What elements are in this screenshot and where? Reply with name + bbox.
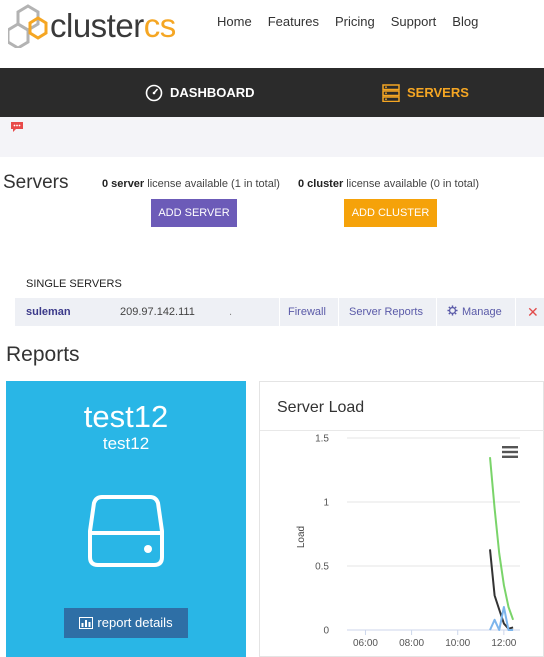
hexagon-logo-icon: [8, 4, 48, 48]
gear-icon: [447, 305, 458, 316]
chart-menu-icon[interactable]: [502, 446, 518, 458]
server-load-title: Server Load: [277, 399, 365, 416]
nav-support-link[interactable]: Support: [391, 14, 437, 30]
nav-blog-link[interactable]: Blog: [452, 14, 478, 30]
tab-servers-label: SERVERS: [407, 85, 469, 100]
server-license-text: license available (1 in total): [144, 178, 280, 190]
x-tick-label: 08:00: [399, 638, 424, 649]
single-servers-heading: SINGLE SERVERS: [26, 278, 122, 290]
row-divider: [279, 298, 280, 326]
x-tick-label: 06:00: [353, 638, 378, 649]
report-details-button[interactable]: report details: [64, 608, 188, 638]
manage-link[interactable]: Manage: [447, 298, 502, 326]
server-license-info: 0 server license available (1 in total): [102, 178, 280, 190]
cluster-license-info: 0 cluster license available (0 in total): [298, 178, 479, 190]
chat-bubble-icon[interactable]: [10, 121, 24, 133]
notification-strip: [0, 117, 544, 157]
servers-heading: Servers: [3, 172, 69, 193]
brand-logo[interactable]: clustercs: [8, 4, 208, 48]
server-row: suleman 209.97.142.111 . Firewall Server…: [15, 298, 544, 326]
top-header: clustercs Home Features Pricing Support …: [0, 0, 544, 68]
server-name-link[interactable]: suleman: [26, 298, 71, 326]
report-details-label: report details: [97, 615, 173, 630]
server-load-card: Server Load 1.5 1 0.5 0 06:00 08:00 10:00 12:0…: [259, 381, 544, 657]
server-status-dot: .: [229, 306, 233, 318]
report-server-name: test12: [83, 399, 169, 434]
report-card: test12 test12 report details: [6, 381, 246, 657]
nav-pricing-link[interactable]: Pricing: [335, 14, 375, 30]
firewall-link[interactable]: Firewall: [288, 298, 326, 326]
row-divider: [436, 298, 437, 326]
top-navigation: Home Features Pricing Support Blog: [217, 14, 494, 30]
x-tick-label: 12:00: [491, 638, 516, 649]
remove-server-icon[interactable]: ✕: [527, 298, 539, 326]
server-load-header: Server Load: [260, 382, 544, 431]
add-cluster-button[interactable]: ADD CLUSTER: [344, 199, 437, 227]
reports-heading: Reports: [6, 343, 80, 366]
row-divider: [515, 298, 516, 326]
y-tick-label: 0: [323, 626, 329, 637]
server-ip: 209.97.142.111: [120, 306, 195, 318]
tab-dashboard[interactable]: DASHBOARD: [145, 68, 255, 117]
load-series-line: [489, 457, 515, 621]
brand-name: cluster: [50, 7, 144, 44]
y-tick-label: 0.5: [315, 562, 329, 573]
nav-features-link[interactable]: Features: [268, 14, 319, 30]
cluster-license-count: 0 cluster: [298, 178, 344, 190]
main-tab-bar: DASHBOARD SERVERS: [0, 68, 544, 117]
nav-home-link[interactable]: Home: [217, 14, 252, 30]
tab-dashboard-label: DASHBOARD: [170, 85, 255, 100]
brand-wordmark: clustercs: [50, 6, 176, 46]
brand-name-accent: cs: [143, 7, 177, 44]
server-license-count: 0 server: [102, 178, 145, 190]
manage-label: Manage: [462, 306, 502, 318]
row-divider: [338, 298, 339, 326]
y-axis-label: Load: [296, 526, 307, 548]
add-server-button[interactable]: ADD SERVER: [151, 199, 237, 227]
report-server-subtitle: test12: [102, 434, 150, 453]
server-reports-link[interactable]: Server Reports: [349, 298, 423, 326]
speedometer-icon: [145, 84, 163, 101]
hard-drive-icon: [88, 495, 164, 567]
server-stack-icon: [382, 83, 400, 102]
x-tick-label: 10:00: [445, 638, 470, 649]
cluster-license-text: license available (0 in total): [343, 178, 479, 190]
server-load-chart: 1.5 1 0.5 0 06:00 08:00 10:00 12:00 Load: [296, 434, 520, 649]
y-tick-label: 1.5: [315, 434, 329, 445]
tab-servers[interactable]: SERVERS: [382, 68, 469, 117]
bar-chart-icon: [79, 617, 94, 629]
y-tick-label: 1: [323, 498, 329, 509]
